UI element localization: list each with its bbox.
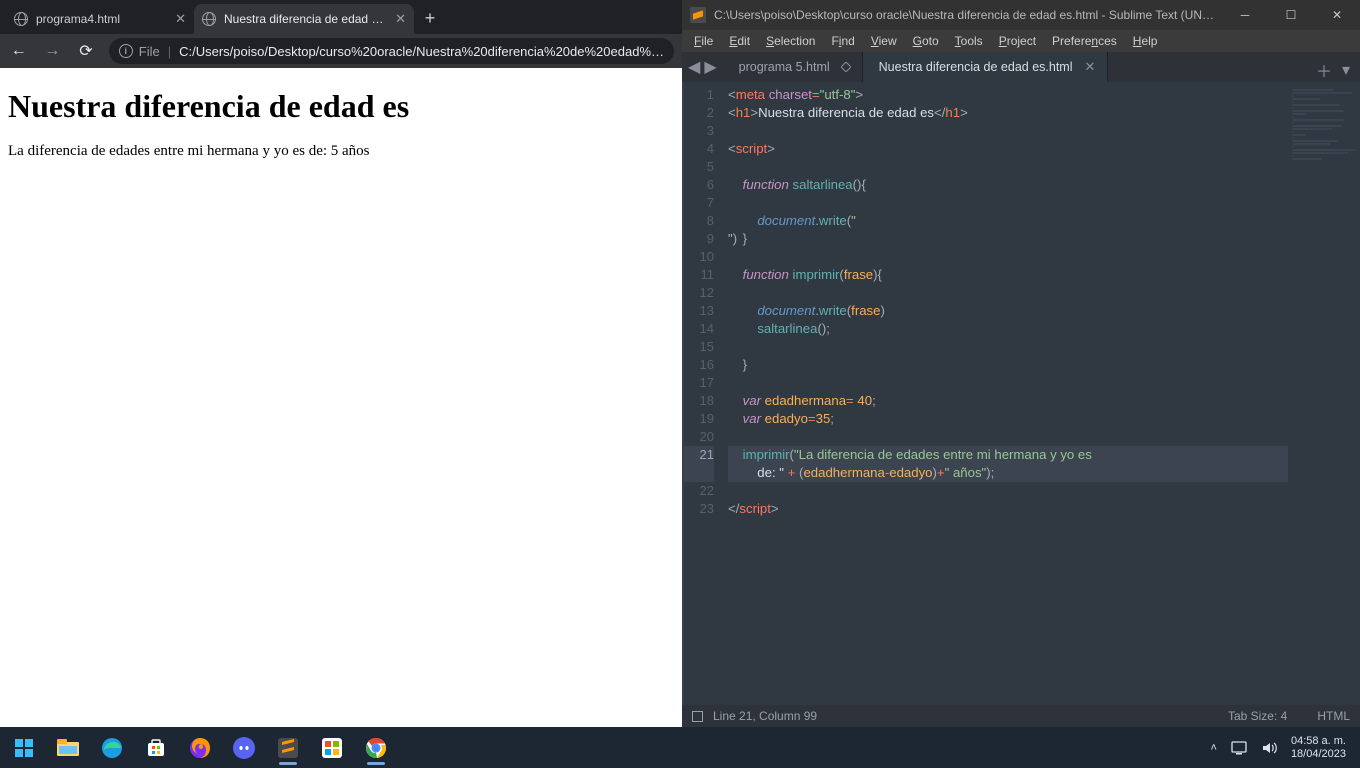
clock-date: 18/04/2023	[1291, 748, 1346, 761]
menu-help[interactable]: Help	[1127, 32, 1164, 50]
chrome-tab-0-title: programa4.html	[36, 12, 167, 26]
tray-overflow-button[interactable]: ˄	[1211, 742, 1217, 754]
sublime-text-icon[interactable]	[270, 730, 306, 766]
menu-find[interactable]: Find	[825, 32, 860, 50]
file-explorer-icon[interactable]	[50, 730, 86, 766]
sublime-title: C:\Users\poiso\Desktop\curso oracle\Nues…	[714, 8, 1222, 22]
sublime-menubar: File Edit Selection Find View Goto Tools…	[682, 30, 1360, 52]
close-icon[interactable]: ✕	[1085, 59, 1096, 75]
tab-menu-button[interactable]: ▾	[1342, 60, 1350, 80]
new-tab-button[interactable]: ＋	[1316, 58, 1332, 82]
back-button[interactable]: ←	[8, 39, 30, 63]
sublime-tab-0-title: programa 5.html	[739, 60, 830, 74]
chrome-tab-1-title: Nuestra diferencia de edad es.ht	[224, 12, 387, 26]
sublime-tab-1-title: Nuestra diferencia de edad es.html	[879, 60, 1073, 74]
discord-icon[interactable]	[226, 730, 262, 766]
page-paragraph: La diferencia de edades entre mi hermana…	[8, 143, 674, 160]
site-info-chip[interactable]: i File	[119, 44, 160, 59]
menu-tools[interactable]: Tools	[949, 32, 989, 50]
forward-button[interactable]: →	[42, 39, 64, 63]
firefox-icon[interactable]	[182, 730, 218, 766]
chrome-icon[interactable]	[358, 730, 394, 766]
start-button[interactable]	[6, 730, 42, 766]
sublime-tab-0[interactable]: programa 5.html	[723, 52, 863, 82]
panel-switcher-icon[interactable]	[692, 711, 703, 722]
minimize-button[interactable]: ─	[1222, 0, 1268, 30]
menu-file[interactable]: File	[688, 32, 719, 50]
sublime-titlebar[interactable]: C:\Users\poiso\Desktop\curso oracle\Nues…	[682, 0, 1360, 30]
close-button[interactable]: ✕	[1314, 0, 1360, 30]
edge-icon[interactable]	[94, 730, 130, 766]
network-icon[interactable]	[1231, 741, 1247, 755]
cursor-position[interactable]: Line 21, Column 99	[713, 709, 817, 723]
menu-project[interactable]: Project	[993, 32, 1042, 50]
omnibox[interactable]: i File | C:/Users/poiso/Desktop/curso%20…	[109, 38, 674, 64]
globe-icon	[202, 12, 216, 26]
page-content: Nuestra diferencia de edad es La diferen…	[0, 68, 682, 768]
menu-goto[interactable]: Goto	[907, 32, 945, 50]
system-tray: ˄ 04:58 a. m. 18/04/2023	[1211, 735, 1355, 761]
menu-selection[interactable]: Selection	[760, 32, 821, 50]
tab-history-nav: ◀ ▶	[682, 52, 723, 82]
info-icon: i	[119, 44, 133, 58]
dirty-indicator-icon	[840, 61, 851, 72]
powertoys-icon[interactable]	[314, 730, 350, 766]
tab-forward-button[interactable]: ▶	[704, 57, 716, 77]
sublime-logo-icon	[690, 7, 706, 23]
menu-view[interactable]: View	[865, 32, 903, 50]
sublime-window: C:\Users\poiso\Desktop\curso oracle\Nues…	[682, 0, 1360, 727]
clock-time: 04:58 a. m.	[1291, 735, 1346, 748]
new-tab-button[interactable]: +	[416, 4, 444, 32]
tab-size[interactable]: Tab Size: 4	[1228, 709, 1287, 723]
menu-preferences[interactable]: Preferences	[1046, 32, 1123, 50]
microsoft-store-icon[interactable]	[138, 730, 174, 766]
file-scheme-label: File	[139, 44, 160, 59]
line-number-gutter[interactable]: 123456789101112131415161718192021 2223	[682, 82, 724, 705]
sublime-statusbar: Line 21, Column 99 Tab Size: 4 HTML	[682, 705, 1360, 727]
chrome-toolbar: ← → ⟳ i File | C:/Users/poiso/Desktop/cu…	[0, 34, 682, 68]
chrome-tab-0[interactable]: programa4.html ✕	[6, 4, 194, 34]
maximize-button[interactable]: ☐	[1268, 0, 1314, 30]
chrome-tabstrip: programa4.html ✕ Nuestra diferencia de e…	[0, 0, 682, 34]
globe-icon	[14, 12, 28, 26]
sublime-tab-1[interactable]: Nuestra diferencia de edad es.html ✕	[863, 52, 1109, 82]
separator: |	[168, 44, 171, 59]
close-icon[interactable]: ✕	[395, 11, 406, 27]
page-h1: Nuestra diferencia de edad es	[8, 88, 674, 125]
sublime-tabbar: ◀ ▶ programa 5.html Nuestra diferencia d…	[682, 52, 1360, 82]
windows-taskbar: ˄ 04:58 a. m. 18/04/2023	[0, 727, 1360, 768]
volume-icon[interactable]	[1261, 741, 1277, 755]
minimap[interactable]	[1288, 82, 1360, 705]
chrome-tab-1[interactable]: Nuestra diferencia de edad es.ht ✕	[194, 4, 414, 34]
tab-back-button[interactable]: ◀	[688, 57, 700, 77]
code-editor[interactable]: <meta charset="utf-8"><h1>Nuestra difere…	[724, 82, 1288, 705]
syntax-mode[interactable]: HTML	[1317, 709, 1350, 723]
menu-edit[interactable]: Edit	[723, 32, 756, 50]
taskbar-clock[interactable]: 04:58 a. m. 18/04/2023	[1291, 735, 1346, 761]
close-icon[interactable]: ✕	[175, 11, 186, 27]
chrome-window: programa4.html ✕ Nuestra diferencia de e…	[0, 0, 682, 768]
omnibox-url: C:/Users/poiso/Desktop/curso%20oracle/Nu…	[179, 44, 664, 59]
reload-button[interactable]: ⟳	[75, 39, 97, 63]
